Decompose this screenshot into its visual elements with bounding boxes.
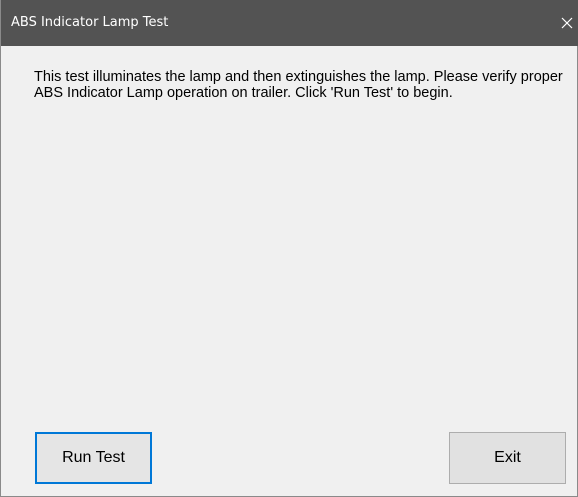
run-test-button[interactable]: Run Test bbox=[35, 432, 152, 484]
title-bar: ABS Indicator Lamp Test bbox=[1, 0, 578, 46]
exit-button[interactable]: Exit bbox=[449, 432, 566, 484]
dialog-window: ABS Indicator Lamp Test This test illumi… bbox=[0, 0, 578, 497]
close-icon bbox=[561, 17, 573, 29]
close-button[interactable] bbox=[555, 0, 578, 46]
exit-label: Exit bbox=[494, 449, 521, 466]
run-test-label: Run Test bbox=[62, 449, 125, 466]
instruction-text: This test illuminates the lamp and then … bbox=[34, 69, 563, 101]
window-title: ABS Indicator Lamp Test bbox=[11, 15, 169, 30]
